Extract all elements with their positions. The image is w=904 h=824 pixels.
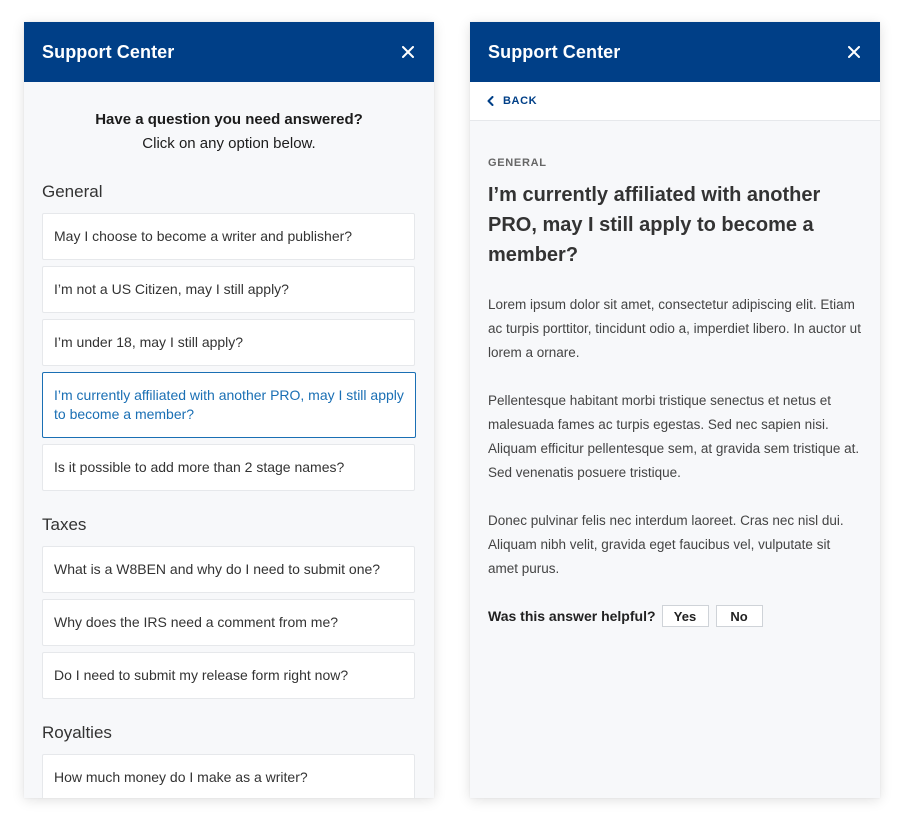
close-icon bbox=[402, 46, 414, 58]
faq-item[interactable]: Is it possible to add more than 2 stage … bbox=[42, 444, 415, 491]
intro-text: Have a question you need answered? Click… bbox=[24, 82, 434, 156]
faq-list: What is a W8BEN and why do I need to sub… bbox=[42, 546, 415, 699]
section-title: Royalties bbox=[42, 723, 112, 742]
article-paragraph: Pellentesque habitant morbi tristique se… bbox=[488, 393, 860, 480]
panel-header: Support Center bbox=[24, 22, 434, 82]
panel-title: Support Center bbox=[42, 41, 175, 62]
back-label: BACK bbox=[503, 95, 538, 107]
intro-question: Have a question you need answered? bbox=[95, 111, 363, 128]
section-title: Taxes bbox=[42, 515, 87, 534]
faq-item[interactable]: What is a W8BEN and why do I need to sub… bbox=[42, 546, 415, 593]
close-icon bbox=[848, 46, 860, 58]
close-button[interactable] bbox=[844, 42, 864, 62]
article-category: GENERAL bbox=[488, 157, 547, 169]
faq-item[interactable]: I’m not a US Citizen, may I still apply? bbox=[42, 266, 415, 313]
no-button[interactable]: No bbox=[715, 605, 763, 627]
article-paragraph: Lorem ipsum dolor sit amet, consectetur … bbox=[488, 297, 861, 360]
article-body: Lorem ipsum dolor sit amet, consectetur … bbox=[488, 293, 862, 581]
close-button[interactable] bbox=[398, 42, 418, 62]
back-button[interactable]: BACK bbox=[470, 82, 880, 121]
faq-list: May I choose to become a writer and publ… bbox=[42, 213, 416, 491]
support-center-list-panel: Support Center Have a question you need … bbox=[24, 22, 434, 798]
section-taxes: Taxes What is a W8BEN and why do I need … bbox=[24, 513, 434, 699]
faq-list: How much money do I make as a writer? bbox=[42, 754, 415, 798]
section-royalties: Royalties How much money do I make as a … bbox=[24, 721, 434, 798]
faq-item[interactable]: I’m under 18, may I still apply? bbox=[42, 319, 415, 366]
article-paragraph: Donec pulvinar felis nec interdum laoree… bbox=[488, 513, 844, 576]
panel-title: Support Center bbox=[488, 41, 621, 62]
section-general: General May I choose to become a writer … bbox=[24, 180, 434, 491]
yes-button[interactable]: Yes bbox=[661, 605, 709, 627]
panel-header: Support Center bbox=[470, 22, 880, 82]
article-title: I’m currently affiliated with another PR… bbox=[488, 184, 821, 266]
section-title: General bbox=[42, 182, 103, 201]
article: GENERAL I’m currently affiliated with an… bbox=[470, 121, 880, 627]
chevron-left-icon bbox=[487, 96, 494, 106]
faq-item[interactable]: May I choose to become a writer and publ… bbox=[42, 213, 415, 260]
feedback-row: Was this answer helpful? Yes No bbox=[488, 605, 862, 627]
faq-item[interactable]: Why does the IRS need a comment from me? bbox=[42, 599, 415, 646]
intro-instruction: Click on any option below. bbox=[142, 135, 316, 152]
faq-item-active[interactable]: I’m currently affiliated with another PR… bbox=[42, 372, 416, 438]
faq-item[interactable]: How much money do I make as a writer? bbox=[42, 754, 415, 798]
faq-item[interactable]: Do I need to submit my release form righ… bbox=[42, 652, 415, 699]
feedback-label: Was this answer helpful? bbox=[488, 608, 656, 624]
support-center-article-panel: Support Center BACK GENERAL I’m currentl… bbox=[470, 22, 880, 798]
